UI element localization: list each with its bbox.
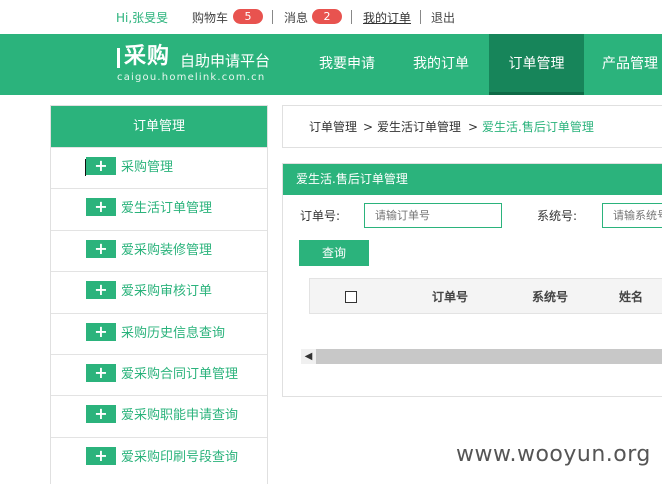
user-greeting[interactable]: Hi,张旻旻 — [116, 10, 168, 26]
logo-text[interactable]: 采购 — [124, 44, 170, 70]
sidebar-title: 订单管理 — [51, 106, 267, 147]
sidebar-item-label[interactable]: 爱生活订单管理 — [121, 200, 212, 218]
sidebar-item-life-orders[interactable]: + 爱生活订单管理 — [51, 188, 267, 229]
message-count-badge[interactable]: 2 — [312, 9, 342, 24]
system-number-input[interactable] — [602, 203, 662, 228]
breadcrumb: 订单管理 > 爱生活订单管理 > 爱生活.售后订单管理 — [282, 105, 662, 148]
column-order-number: 订单号 — [432, 290, 469, 304]
scroll-left-icon[interactable]: ◀ — [301, 349, 316, 364]
sidebar-item-label[interactable]: 爱采购合同订单管理 — [121, 366, 238, 384]
plus-icon[interactable]: + — [86, 281, 116, 300]
horizontal-scrollbar[interactable]: ◀ — [301, 349, 662, 364]
plus-icon[interactable]: + — [86, 157, 116, 175]
sidebar-item-renovation[interactable]: + 爱采购装修管理 — [51, 229, 267, 271]
nav-apply[interactable]: 我要申请 — [304, 34, 390, 95]
column-name: 姓名 — [619, 290, 644, 304]
watermark: www.wooyun.org — [456, 442, 651, 467]
cart-count-badge[interactable]: 5 — [233, 9, 263, 24]
breadcrumb-separator: > — [363, 120, 374, 134]
divider — [351, 10, 352, 24]
select-all-checkbox[interactable] — [345, 291, 357, 303]
sidebar-item-label[interactable]: 爱采购审核订单 — [121, 283, 212, 301]
plus-icon[interactable]: + — [86, 446, 116, 465]
sidebar-item-function-query[interactable]: + 爱采购职能申请查询 — [51, 395, 267, 436]
sidebar-item-label[interactable]: 采购管理 — [121, 159, 173, 177]
logout-link[interactable]: 退出 — [431, 10, 455, 26]
query-button[interactable]: 查询 — [299, 240, 369, 266]
breadcrumb-item[interactable]: 爱生活订单管理 — [377, 119, 461, 135]
sidebar-item-label[interactable]: 采购历史信息查询 — [121, 325, 225, 343]
nav-order-management[interactable]: 订单管理 — [489, 34, 584, 95]
plus-icon[interactable]: + — [86, 198, 116, 217]
sidebar-item-contract-orders[interactable]: + 爱采购合同订单管理 — [51, 353, 267, 395]
system-number-label: 系统号: — [537, 209, 578, 223]
messages-link[interactable]: 消息 — [284, 10, 308, 26]
divider — [272, 10, 273, 24]
sidebar-item-history-query[interactable]: + 采购历史信息查询 — [51, 312, 267, 354]
plus-icon[interactable]: + — [86, 363, 116, 382]
header: 采购 自助申请平台 caigou.homelink.com.cn 我要申请 我的… — [0, 34, 662, 95]
panel-title: 爱生活.售后订单管理 — [283, 164, 662, 195]
my-orders-link[interactable]: 我的订单 — [363, 10, 411, 26]
plus-icon[interactable]: + — [86, 322, 116, 341]
column-system-number: 系统号 — [532, 290, 569, 304]
sidebar-item-review-orders[interactable]: + 爱采购审核订单 — [51, 271, 267, 312]
logo-bar-icon — [117, 48, 120, 68]
sidebar-item-label[interactable]: 爱采购职能申请查询 — [121, 407, 238, 425]
text-cursor — [85, 159, 86, 176]
breadcrumb-item[interactable]: 订单管理 — [309, 119, 357, 135]
top-bar: Hi,张旻旻 购物车 5 消息 2 我的订单 退出 — [0, 0, 662, 34]
order-number-input[interactable] — [364, 203, 502, 228]
logo-domain: caigou.homelink.com.cn — [117, 72, 266, 83]
sidebar-item-print-query[interactable]: + 爱采购印刷号段查询 — [51, 436, 267, 478]
cart-link[interactable]: 购物车 — [192, 10, 228, 26]
sidebar: 订单管理 + 采购管理 + 爱生活订单管理 + 爱采购装修管理 + 爱采购审核订… — [50, 105, 268, 484]
nav-my-orders[interactable]: 我的订单 — [398, 34, 484, 95]
plus-icon[interactable]: + — [86, 405, 116, 424]
logo-subtitle: 自助申请平台 — [180, 52, 271, 70]
breadcrumb-current: 爱生活.售后订单管理 — [482, 120, 594, 134]
sidebar-item-procurement-management[interactable]: + 采购管理 — [51, 147, 267, 188]
sidebar-item-label[interactable]: 爱采购装修管理 — [121, 242, 212, 260]
plus-icon[interactable]: + — [86, 239, 116, 258]
sidebar-item-label[interactable]: 爱采购印刷号段查询 — [121, 449, 238, 467]
table-header: 订单号 系统号 姓名 — [309, 278, 662, 314]
nav-product-management[interactable]: 产品管理 — [590, 34, 662, 95]
order-number-label: 订单号: — [300, 209, 341, 223]
search-panel: 爱生活.售后订单管理 订单号: 系统号: 查询 订单号 系统号 姓名 ◀ — [282, 163, 662, 397]
breadcrumb-separator: > — [468, 120, 479, 134]
divider — [420, 10, 421, 24]
